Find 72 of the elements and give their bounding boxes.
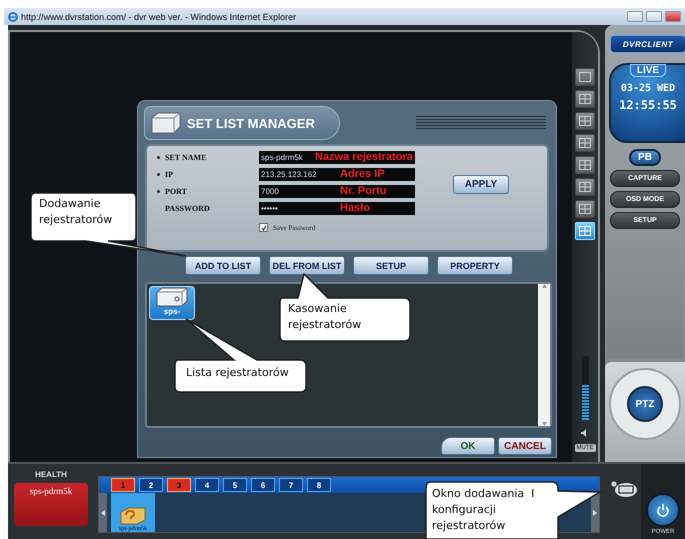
grid-layout-icon [579,204,591,214]
channel-tab[interactable]: 4 [195,478,219,492]
scroll-down-icon[interactable] [542,422,546,426]
apply-button[interactable]: APPLY [453,175,509,194]
layout-button[interactable] [575,156,595,174]
action-button[interactable]: PROPERTY [437,256,513,275]
scroll-left-button[interactable] [99,493,107,532]
save-password-checkbox[interactable] [259,223,268,232]
brand-label: DVRCLIENT [610,35,685,53]
annotation-label: Nr. Portu [340,185,415,198]
layout-button[interactable] [575,112,595,130]
layout-button[interactable] [575,134,595,152]
recorder-icon [155,287,189,307]
browser-icon [8,12,18,22]
recorder-item[interactable]: sps- [149,286,195,320]
caret-icon [593,510,597,516]
date-label: 03-25 WED [620,83,676,94]
cancel-button[interactable]: CANCEL [498,437,552,455]
channel-tab[interactable]: 6 [251,478,275,492]
ok-button[interactable]: OK [441,437,495,455]
maximize-button[interactable] [646,11,662,22]
power-button[interactable] [646,493,680,527]
channel-tab[interactable]: 3 [167,478,191,492]
mode-label: LIVE [630,64,666,77]
channel-tab[interactable]: 5 [223,478,247,492]
scrollbar[interactable] [538,284,550,426]
ptz-button[interactable]: PTZ [627,386,663,422]
channel-tab[interactable]: 8 [307,478,331,492]
layout-button[interactable] [575,178,595,196]
input-field[interactable]: 7000 [259,185,340,198]
field-label: PORT [165,187,187,196]
grid-layout-icon [579,160,591,170]
scroll-right-button[interactable] [591,493,599,532]
action-button[interactable]: ADD TO LIST [185,256,261,275]
annotation-label: Hasło [340,202,415,215]
grid-layout-icon [579,138,591,148]
field-label: PASSWORD [165,204,210,213]
annotation-label: Nazwa rejestratora [315,151,415,164]
health-status: sps-pdrm5k [14,483,88,526]
window-title: http://www.dvrstation.com/ - dvr web ver. - Windows Internet Explorer [21,12,298,22]
layout-button[interactable] [575,200,595,218]
check-icon [260,224,266,230]
minimize-button[interactable] [627,11,643,22]
layout-button[interactable] [575,68,595,86]
grid-layout-icon [579,94,591,104]
annotation-label: Adres IP [340,168,415,181]
grid-layout-icon [579,72,591,82]
input-field[interactable]: sps-pdrm5k [259,151,315,164]
time-label: 12:55:55 [619,98,677,112]
recorder-icon [151,112,181,134]
dialog-title: SET LIST MANAGER [187,116,315,130]
scroll-up-icon[interactable] [542,284,546,288]
input-field[interactable]: 213.25.123.162 [259,168,340,181]
grid-layout-icon [579,182,591,192]
action-button[interactable]: SETUP [353,256,429,275]
field-label: IP [165,170,173,179]
power-icon [656,503,670,517]
grid-layout-icon [579,116,591,126]
field-label: SET NAME [165,153,206,162]
device-manager-icon[interactable] [610,480,638,498]
input-field[interactable]: •••••• [259,202,340,215]
channel-tab[interactable]: 2 [139,478,163,492]
health-label: HEALTH [35,470,67,479]
question-box-icon [119,506,147,526]
channel-tab[interactable]: 1 [111,478,135,492]
channel-tab[interactable]: 7 [279,478,303,492]
layout-button[interactable] [575,90,595,108]
playback-button[interactable]: PB [629,149,661,166]
action-button[interactable]: DEL FROM LIST [269,256,345,275]
caret-icon [101,510,105,516]
callout: Kasowanie rejestratorów [276,273,414,345]
grid-layout-icon [579,226,591,236]
